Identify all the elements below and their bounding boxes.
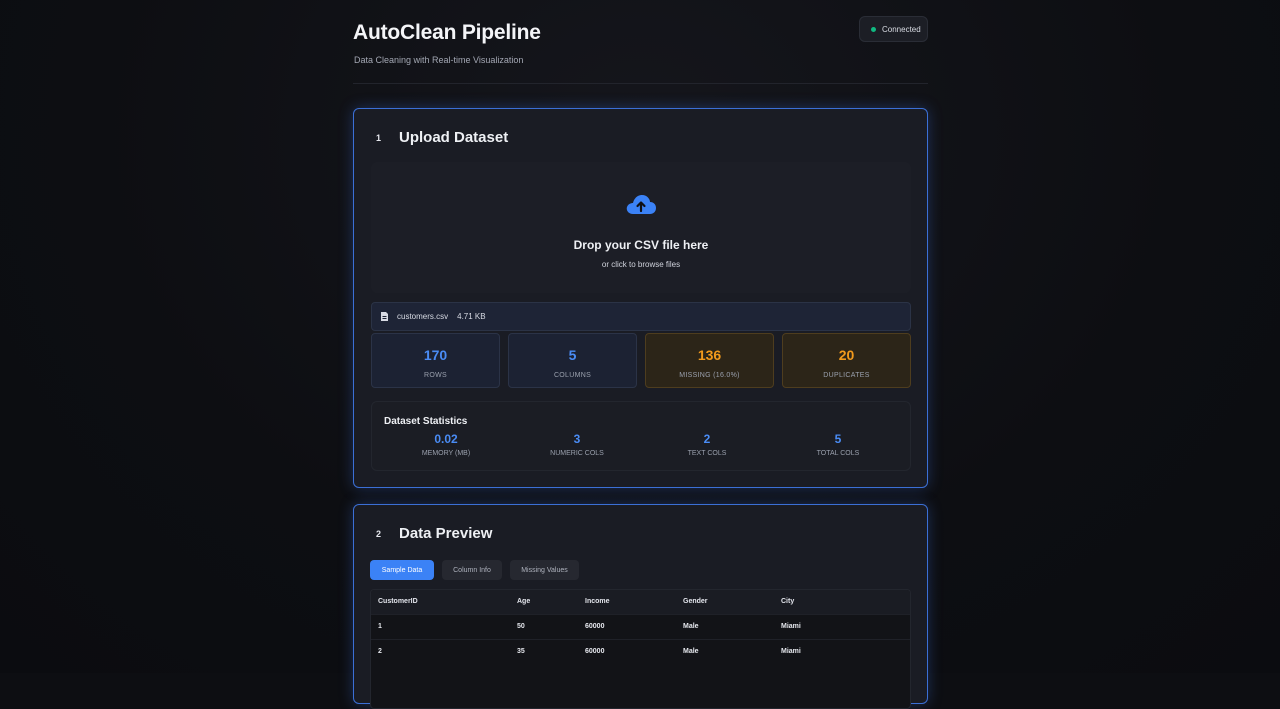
preview-card-header: 2 Data Preview — [376, 525, 492, 542]
stat-rows: 170 ROWS — [371, 333, 500, 388]
ds-stat-label: NUMERIC COLS — [550, 450, 604, 457]
stat-value: 136 — [697, 347, 722, 363]
table-cell: Miami — [774, 638, 910, 664]
table-cell: 50 — [510, 613, 578, 639]
dropzone-title: Drop your CSV file here — [573, 238, 709, 252]
table-cell: 35 — [510, 638, 578, 664]
csv-dropzone[interactable]: Drop your CSV file here or click to brow… — [371, 162, 911, 293]
stat-missing: 136 MISSING (16.0%) — [645, 333, 774, 388]
ds-stat-value: 0.02 — [434, 432, 458, 446]
ds-stat-label: MEMORY (MB) — [421, 450, 471, 457]
page-title: AutoClean Pipeline — [353, 21, 541, 44]
table-cell: Male — [676, 638, 774, 664]
app-container: AutoClean Pipeline Data Cleaning with Re… — [353, 0, 928, 709]
page-subtitle: Data Cleaning with Real-time Visualizati… — [354, 55, 524, 65]
file-size: 4.71 KB — [457, 312, 486, 321]
file-icon — [381, 312, 388, 321]
table-row: 2 35 60000 Male Miami — [371, 638, 910, 664]
table-cell: 2 — [371, 638, 510, 664]
table-cell: 60000 — [578, 613, 676, 639]
stat-label: COLUMNS — [553, 372, 592, 379]
connection-status-label: Connected — [882, 24, 921, 34]
tab-missing-values[interactable]: Missing Values — [510, 560, 579, 580]
stat-value: 5 — [568, 347, 577, 363]
stat-duplicates: 20 DUPLICATES — [782, 333, 911, 388]
ds-stat-label: TEXT COLS — [687, 450, 727, 457]
ds-stat-label: TOTAL COLS — [816, 450, 860, 457]
stat-value: 20 — [838, 347, 855, 363]
preview-tabs: Sample Data Column Info Missing Values — [370, 560, 579, 580]
table-cell: 60000 — [578, 638, 676, 664]
column-header: Gender — [676, 590, 774, 614]
dataset-statistics-title: Dataset Statistics — [384, 416, 468, 427]
ds-stat-value: 5 — [834, 432, 842, 446]
stat-label: MISSING (16.0%) — [679, 372, 740, 379]
ds-stat-memory: 0.02 MEMORY (MB) — [381, 432, 511, 457]
column-header: Age — [510, 590, 578, 614]
cloud-upload-icon — [626, 195, 656, 214]
table-cell: Male — [676, 613, 774, 639]
status-dot-icon — [871, 26, 876, 32]
ds-stat-text: 2 TEXT COLS — [642, 432, 772, 457]
upload-card-title: Upload Dataset — [399, 129, 509, 146]
stat-columns: 5 COLUMNS — [508, 333, 637, 388]
app-header: AutoClean Pipeline Data Cleaning with Re… — [353, 0, 928, 84]
upload-card-header: 1 Upload Dataset — [376, 129, 508, 146]
preview-card-title: Data Preview — [399, 525, 493, 542]
ds-stat-total: 5 TOTAL COLS — [773, 432, 903, 457]
column-header: City — [774, 590, 910, 614]
tab-column-info[interactable]: Column Info — [442, 560, 502, 580]
table-header-row: CustomerID Age Income Gender City — [371, 590, 910, 614]
file-name: customers.csv — [397, 312, 449, 321]
step-number: 2 — [376, 528, 382, 539]
ds-stat-value: 3 — [573, 432, 581, 446]
table-cell: Miami — [774, 613, 910, 639]
connection-status-badge: Connected — [859, 16, 928, 42]
ds-stat-numeric: 3 NUMERIC COLS — [512, 432, 642, 457]
step-number: 1 — [376, 132, 382, 143]
column-header: Income — [578, 590, 676, 614]
ds-stat-value: 2 — [703, 432, 711, 446]
stat-label: ROWS — [424, 372, 447, 379]
stat-label: DUPLICATES — [823, 372, 870, 379]
stat-value: 170 — [423, 347, 448, 363]
preview-table-container[interactable]: CustomerID Age Income Gender City 1 50 6… — [370, 589, 911, 709]
data-preview-card: 2 Data Preview Sample Data Column Info M… — [353, 504, 928, 709]
column-header: CustomerID — [371, 590, 510, 614]
table-cell: 1 — [371, 613, 510, 639]
dropzone-subtitle: or click to browse files — [601, 260, 681, 269]
preview-table: CustomerID Age Income Gender City 1 50 6… — [371, 590, 910, 664]
uploaded-file-info: customers.csv 4.71 KB — [371, 302, 911, 331]
table-row: 1 50 60000 Male Miami — [371, 613, 910, 639]
upload-dataset-card: 1 Upload Dataset Drop your CSV file here… — [353, 108, 928, 488]
dataset-statistics-panel: Dataset Statistics 0.02 MEMORY (MB) 3 NU… — [371, 401, 911, 471]
tab-sample-data[interactable]: Sample Data — [370, 560, 434, 580]
